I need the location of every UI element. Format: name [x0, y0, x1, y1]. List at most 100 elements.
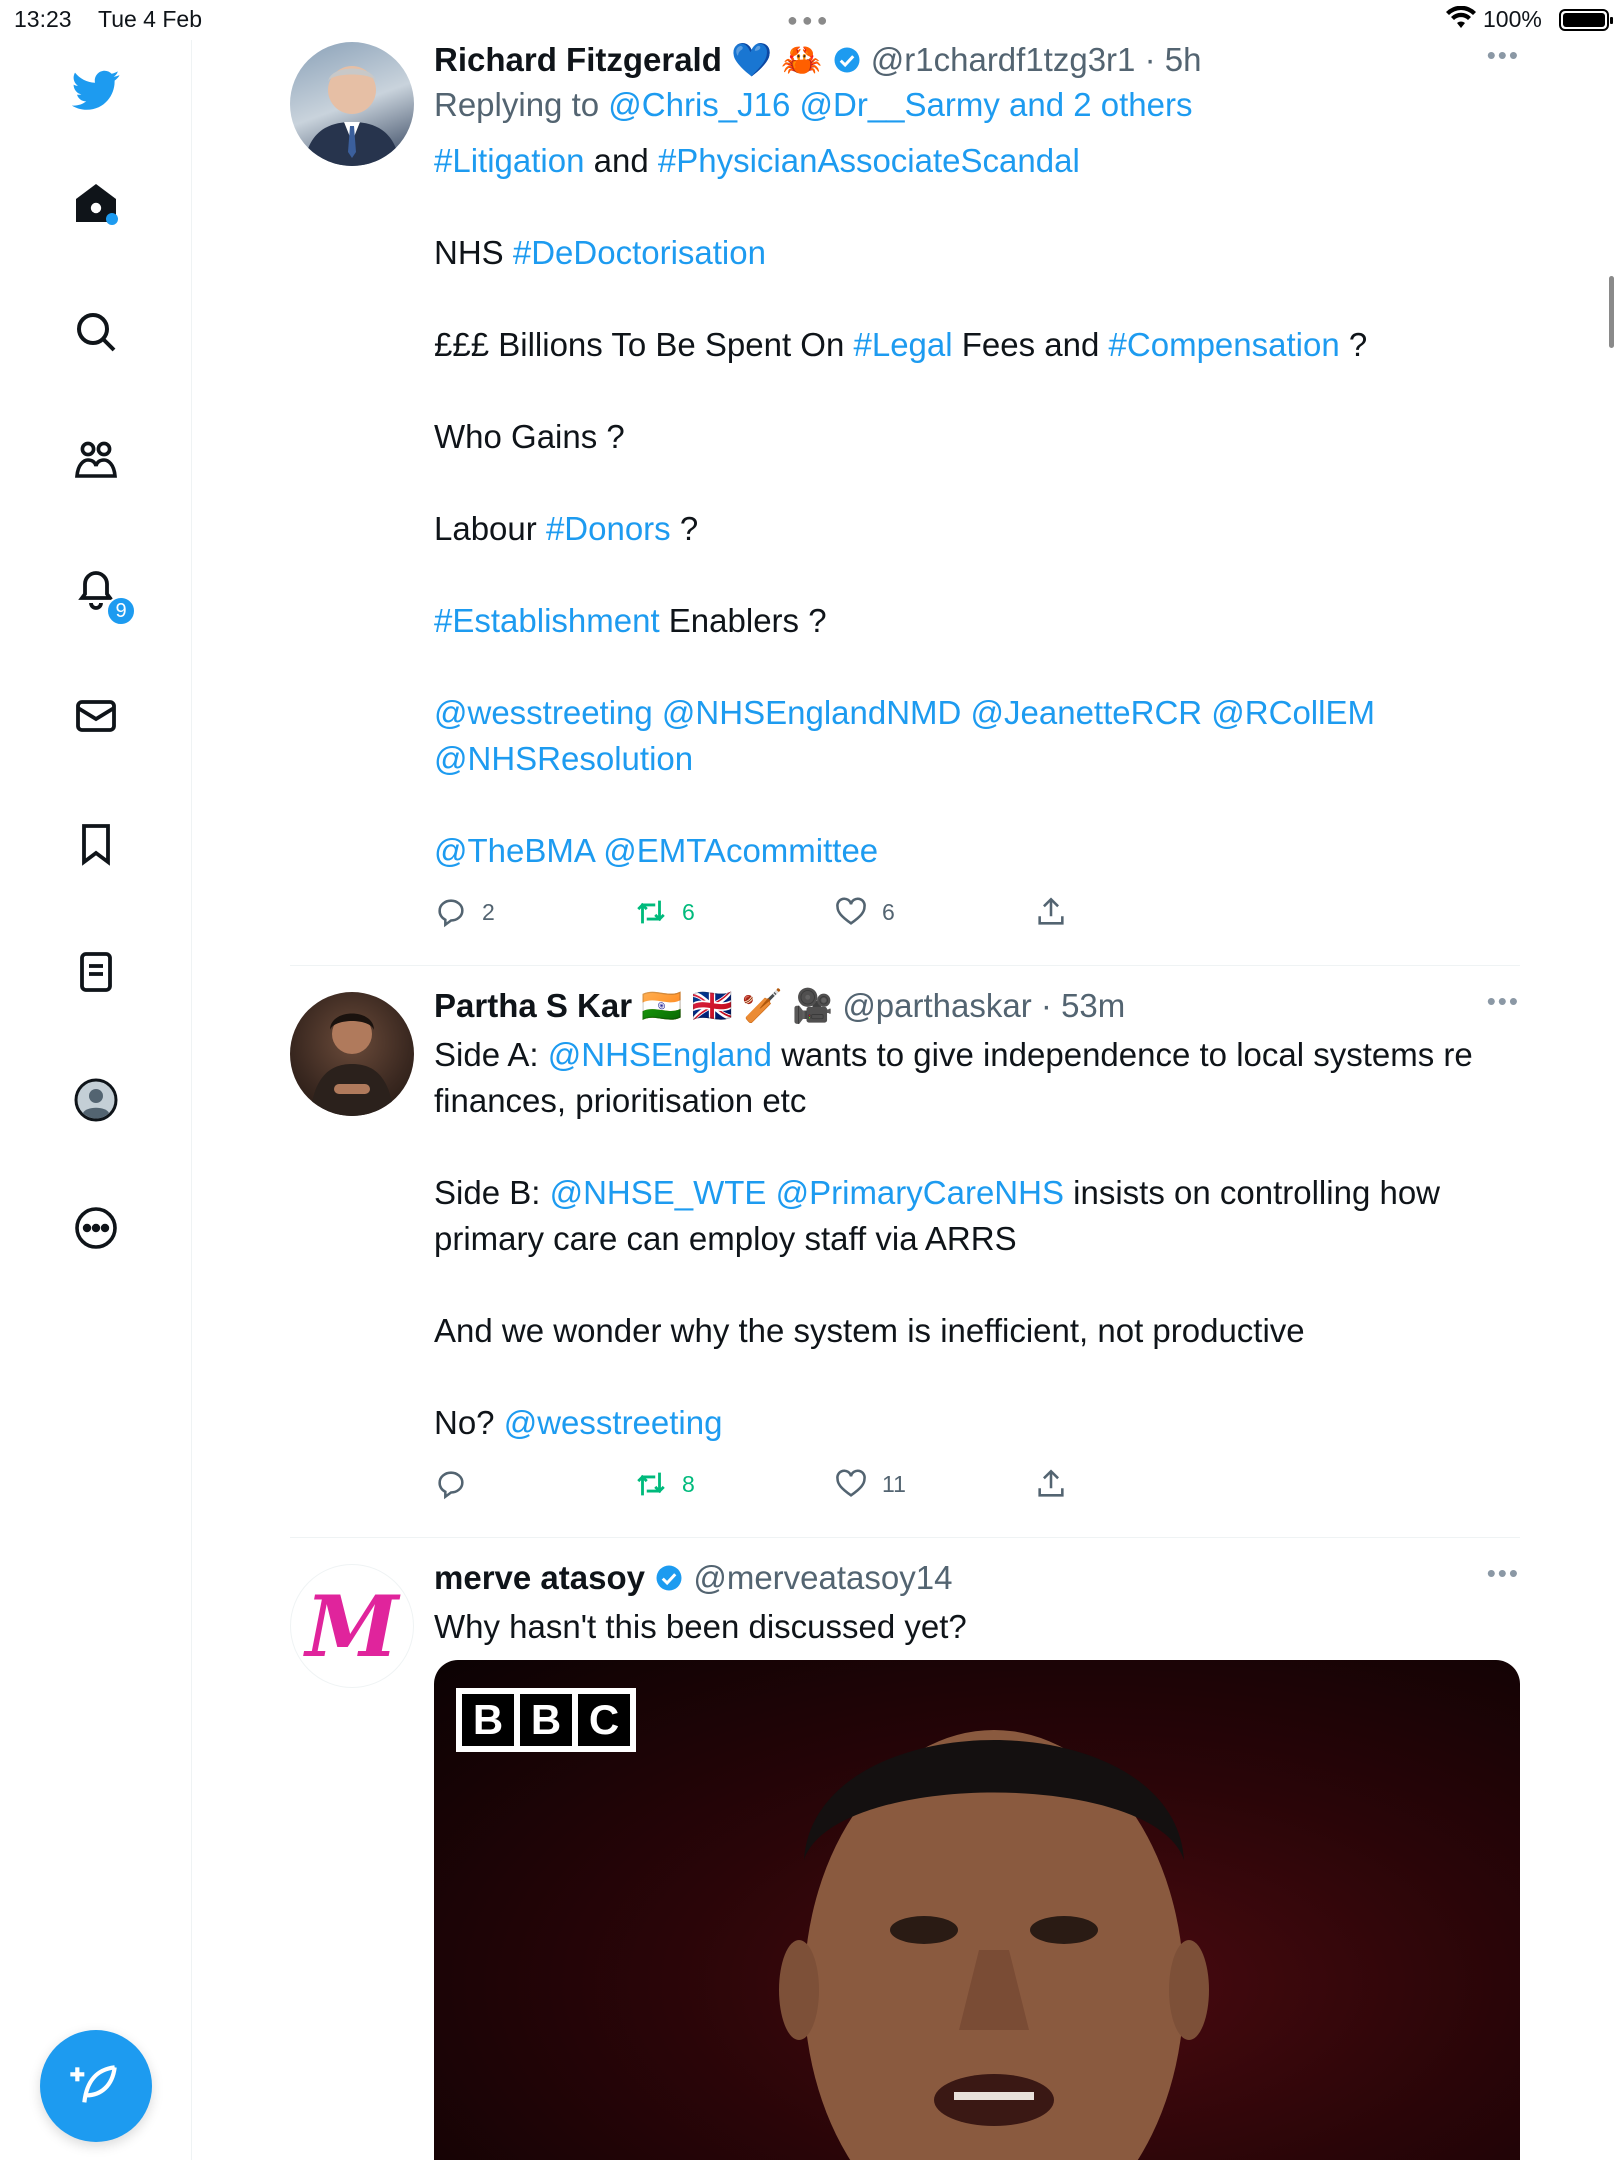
text-fragment: Side B: [434, 1174, 550, 1211]
retweet-button[interactable]: 6 [634, 895, 834, 929]
tweet-time[interactable]: · 5h [1145, 41, 1202, 78]
scrollbar[interactable] [1609, 276, 1614, 348]
hashtag[interactable]: #Litigation [434, 142, 584, 179]
tweet[interactable]: ••• Partha S Kar 🇮🇳 🇬🇧 🏏 🎥 @parthaskar ·… [290, 966, 1520, 1538]
multitasking-dots-icon[interactable]: ●●● [787, 10, 832, 31]
tweet[interactable]: M ••• merve atasoy @merveatasoy14 Why ha… [290, 1538, 1520, 2160]
author-handle[interactable]: @merveatasoy14 [693, 1559, 952, 1596]
status-date: Tue 4 Feb [98, 6, 202, 32]
retweet-count: 6 [682, 898, 695, 925]
text-fragment: Labour [434, 510, 546, 547]
hashtag[interactable]: #Compensation [1109, 326, 1340, 363]
text-fragment: £££ Billions To Be Spent On [434, 326, 854, 363]
retweet-button[interactable]: 8 [634, 1467, 834, 1501]
mentions[interactable]: @wesstreeting @NHSEnglandNMD @JeanetteRC… [434, 690, 1384, 782]
status-bar: 13:23 Tue 4 Feb ●●● 100% [0, 0, 1620, 40]
sidebar: 9 [0, 40, 192, 2160]
tweet-text: #Litigation and #PhysicianAssociateScand… [434, 138, 1520, 874]
person-photo [779, 1730, 1209, 2160]
reply-icon [438, 1471, 464, 1500]
replying-to-label: Replying to [434, 86, 609, 123]
author-name[interactable]: merve atasoy [434, 1559, 645, 1596]
replying-to: Replying to @Chris_J16 @Dr__Sarmy and 2 … [434, 84, 1520, 126]
share-button[interactable] [1034, 1467, 1234, 1501]
hashtag[interactable]: #DeDoctorisation [513, 234, 766, 271]
tweet-body: merve atasoy @merveatasoy14 Why hasn't t… [434, 1558, 1520, 2160]
communities-icon[interactable] [66, 430, 126, 490]
messages-icon[interactable] [66, 686, 126, 746]
tweet-media-image[interactable]: B B C [434, 1660, 1520, 2160]
bookmarks-icon[interactable] [66, 814, 126, 874]
author-handle[interactable]: @r1chardf1tzg3r1 [871, 41, 1136, 78]
avatar[interactable]: M [290, 1564, 414, 1688]
share-button[interactable] [1034, 895, 1234, 929]
tweet-body: Richard Fitzgerald 💙 🦀 @r1chardf1tzg3r1 … [434, 40, 1520, 940]
compose-tweet-button[interactable] [40, 2030, 152, 2142]
twitter-logo-icon[interactable] [66, 60, 126, 120]
replying-to-users[interactable]: @Chris_J16 @Dr__Sarmy and 2 others [608, 86, 1192, 123]
tweet-time[interactable]: · 53m [1041, 987, 1125, 1024]
text-line: And we wonder why the system is ineffici… [434, 1312, 1305, 1349]
lists-icon[interactable] [66, 942, 126, 1002]
text-fragment: No? [434, 1404, 504, 1441]
text-fragment: Fees and [952, 326, 1109, 363]
more-icon[interactable] [66, 1198, 126, 1258]
author-emojis: 💙 🦀 [731, 41, 823, 78]
hashtag[interactable]: #PhysicianAssociateScandal [658, 142, 1080, 179]
retweet-count: 8 [682, 1470, 695, 1497]
avatar[interactable] [290, 42, 414, 166]
text-fragment: ? [670, 510, 699, 547]
like-count: 11 [882, 1470, 906, 1497]
text-fragment [766, 1174, 775, 1211]
like-button[interactable]: 11 [834, 1467, 1034, 1501]
tweet-actions: 2 6 6 [434, 884, 1520, 940]
reply-count: 2 [482, 898, 495, 925]
reply-button[interactable] [434, 1467, 634, 1501]
author-name[interactable]: Richard Fitzgerald [434, 41, 722, 78]
mentions[interactable]: @TheBMA @EMTAcommittee [434, 828, 1520, 874]
text-fragment: Enablers ? [659, 602, 827, 639]
avatar[interactable] [290, 992, 414, 1116]
compose-feather-icon [70, 2065, 117, 2103]
status-time: 13:23 [14, 6, 72, 32]
text-fragment: NHS [434, 234, 513, 271]
hashtag[interactable]: #Legal [854, 326, 953, 363]
search-icon[interactable] [66, 302, 126, 362]
hashtag[interactable]: #Donors [546, 510, 671, 547]
wifi-icon [1446, 6, 1476, 28]
mention[interactable]: @PrimaryCareNHS [776, 1174, 1064, 1211]
text-fragment: Side A: [434, 1036, 548, 1073]
heart-icon [836, 1469, 866, 1497]
author-name[interactable]: Partha S Kar [434, 987, 632, 1024]
timeline: ••• Richard Fitzgerald 💙 🦀 @r1chardf1tzg… [290, 40, 1520, 2160]
profile-icon[interactable] [66, 1070, 126, 1130]
mention[interactable]: @wesstreeting [504, 1404, 723, 1441]
reply-icon [438, 899, 464, 928]
author-emojis: 🇮🇳 🇬🇧 🏏 🎥 [641, 987, 834, 1024]
tweet-actions: 8 11 [434, 1456, 1520, 1512]
hashtag[interactable]: #Establishment [434, 602, 660, 639]
mention[interactable]: @NHSE_WTE [550, 1174, 767, 1211]
author-handle[interactable]: @parthaskar [842, 987, 1031, 1024]
tweet-text: Why hasn't this been discussed yet? [434, 1608, 967, 1645]
battery-percent: 100% [1483, 6, 1542, 32]
tweet-header: Partha S Kar 🇮🇳 🇬🇧 🏏 🎥 @parthaskar · 53m [434, 986, 1520, 1026]
text-fragment: ? [1339, 326, 1368, 363]
tweet-body: Partha S Kar 🇮🇳 🇬🇧 🏏 🎥 @parthaskar · 53m… [434, 986, 1520, 1512]
text-fragment: and [584, 142, 658, 179]
notifications-badge: 9 [106, 596, 136, 626]
tweet-header: merve atasoy @merveatasoy14 [434, 1558, 1520, 1598]
avatar-letter: M [305, 1576, 399, 1676]
like-button[interactable]: 6 [834, 895, 1034, 929]
tweet-text: Side A: @NHSEngland wants to give indepe… [434, 1032, 1520, 1446]
tweet-more-icon[interactable]: ••• [1487, 986, 1520, 1017]
tweet[interactable]: ••• Richard Fitzgerald 💙 🦀 @r1chardf1tzg… [290, 40, 1520, 966]
retweet-icon [637, 900, 665, 924]
tweet-more-icon[interactable]: ••• [1487, 40, 1520, 71]
home-icon[interactable] [66, 174, 126, 234]
home-unread-dot [106, 213, 118, 225]
reply-button[interactable]: 2 [434, 895, 634, 929]
tweet-more-icon[interactable]: ••• [1487, 1558, 1520, 1589]
verified-badge-icon [656, 1565, 682, 1591]
mention[interactable]: @NHSEngland [548, 1036, 772, 1073]
